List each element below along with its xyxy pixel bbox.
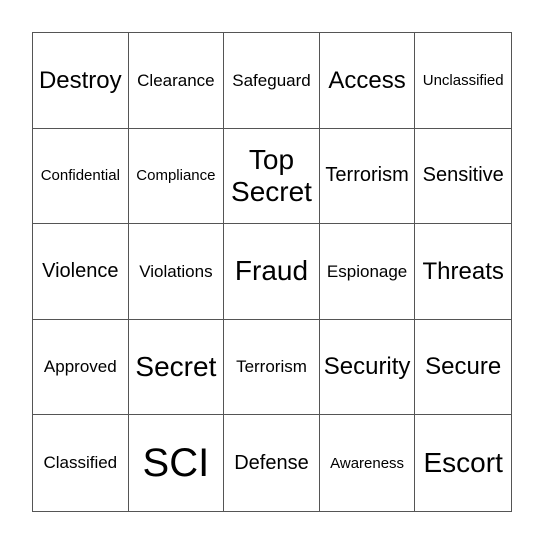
bingo-cell[interactable]: Escort <box>415 415 511 511</box>
bingo-cell-label: Secret <box>135 351 217 382</box>
bingo-cell-label: Access <box>328 66 406 94</box>
bingo-cell[interactable]: Security <box>319 319 416 416</box>
bingo-cell-label: Approved <box>43 357 117 377</box>
bingo-cell-label: Unclassified <box>422 71 504 89</box>
bingo-cell[interactable]: Safeguard <box>224 33 320 129</box>
bingo-cell-label: Top Secret <box>231 143 312 207</box>
bingo-cell-label: Fraud <box>234 255 309 287</box>
bingo-cell[interactable]: Awareness <box>320 415 416 511</box>
bingo-cell-label: Clearance <box>137 70 215 90</box>
bingo-cell[interactable]: Sensitive <box>415 129 511 225</box>
bingo-cell[interactable]: Defense <box>224 415 320 511</box>
bingo-cell[interactable]: Access <box>319 33 416 129</box>
bingo-cell-label: Terrorism <box>236 357 307 377</box>
bingo-cell-label: Escort <box>423 447 503 479</box>
bingo-cell[interactable]: Terrorism <box>319 128 416 225</box>
bingo-cell-label: SCI <box>142 441 210 486</box>
bingo-cell[interactable]: Violence <box>33 224 129 320</box>
bingo-cell[interactable]: Top Secret <box>224 128 320 225</box>
bingo-cell[interactable]: Threats <box>415 224 511 320</box>
bingo-cell[interactable]: Classified <box>33 415 129 511</box>
bingo-cell[interactable]: Fraud <box>224 224 320 320</box>
bingo-cell[interactable]: Espionage <box>319 224 416 320</box>
bingo-cell[interactable]: Destroy <box>33 33 129 129</box>
bingo-cell-label: Awareness <box>330 454 405 472</box>
bingo-cell-label: Terrorism <box>325 164 409 187</box>
bingo-cell-label: Secure <box>425 353 502 381</box>
bingo-cell[interactable]: Secure <box>415 320 511 416</box>
bingo-cell-label: Threats <box>422 257 504 285</box>
bingo-cell[interactable]: Compliance <box>128 128 225 225</box>
bingo-cell[interactable]: Approved <box>33 319 129 416</box>
bingo-cell-label: Violations <box>139 261 213 281</box>
bingo-cell[interactable]: Terrorism <box>224 319 320 416</box>
bingo-cell[interactable]: Clearance <box>128 33 225 129</box>
bingo-cell-label: Confidential <box>40 167 120 185</box>
bingo-cell-label: Sensitive <box>422 164 504 187</box>
bingo-cell[interactable]: Violations <box>128 224 225 320</box>
bingo-cell-label: Defense <box>234 451 309 474</box>
bingo-cell-label: Classified <box>43 453 118 473</box>
bingo-cell-label: Compliance <box>136 167 216 185</box>
bingo-card: Destroy Clearance Safeguard Access Unclassif… <box>32 32 512 512</box>
bingo-cell[interactable]: Confidential <box>33 128 129 225</box>
bingo-cell[interactable]: SCI <box>129 415 225 511</box>
bingo-cell[interactable]: Unclassified <box>415 33 511 129</box>
bingo-cell[interactable]: Secret <box>128 319 225 416</box>
bingo-cell-label: Security <box>323 353 411 381</box>
bingo-cell-label: Espionage <box>326 261 408 281</box>
bingo-cell-label: Safeguard <box>232 70 311 90</box>
bingo-cell-label: Destroy <box>38 66 122 94</box>
bingo-cell-label: Violence <box>42 259 119 282</box>
